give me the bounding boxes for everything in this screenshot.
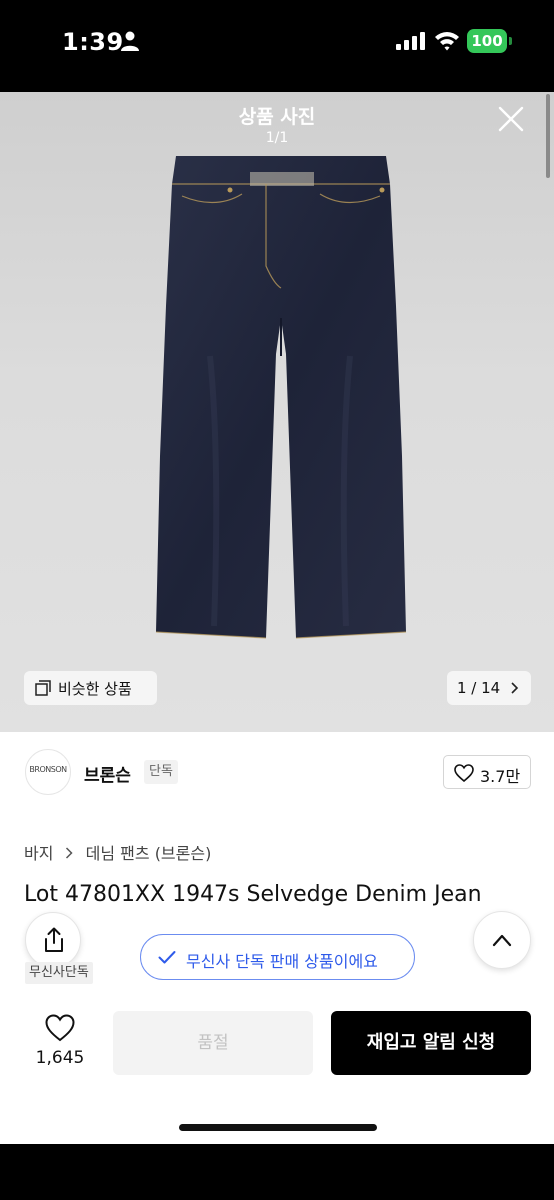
heart-outline-icon	[454, 764, 474, 782]
breadcrumb-subcategory[interactable]: 데님 팬츠 (브론슨)	[86, 844, 212, 863]
brand-name[interactable]: 브론슨	[84, 761, 131, 786]
similar-products-button[interactable]: 비슷한 상품	[24, 671, 157, 705]
viewer-counter: 1/1	[265, 130, 289, 146]
scrollbar[interactable]	[546, 94, 550, 178]
similar-products-icon	[35, 680, 51, 696]
product-photo-viewer[interactable]: 상품 사진 1/1 비슷한 상품 1 / 14	[0, 92, 554, 732]
exclusive-notice-pill: 무신사 단독 판매 상품이에요	[140, 934, 415, 980]
restock-alert-button[interactable]: 재입고 알림 신청	[331, 1011, 531, 1075]
brand-logo[interactable]: BRONSON	[25, 749, 71, 795]
status-bar: 1:39 100	[0, 0, 554, 92]
image-page-button[interactable]: 1 / 14	[447, 671, 531, 705]
share-icon	[45, 927, 63, 952]
battery-indicator: 100	[467, 29, 507, 53]
status-time: 1:39	[62, 28, 124, 56]
brand-logo-text: BRONSON	[29, 765, 67, 774]
chevron-right-icon	[65, 847, 73, 859]
product-like-button[interactable]: 1,645	[26, 1012, 94, 1076]
chevron-up-icon	[492, 934, 512, 947]
brand-like-count: 3.7만	[480, 767, 521, 786]
soldout-button[interactable]: 품절	[113, 1011, 313, 1075]
chevron-right-icon	[511, 682, 519, 694]
viewer-title: 상품 사진	[238, 106, 316, 128]
product-image-jeans[interactable]	[150, 156, 412, 646]
breadcrumb-category[interactable]: 바지	[24, 844, 53, 863]
brand-exclusive-badge: 단독	[144, 760, 178, 784]
check-icon	[158, 951, 176, 964]
exclusive-tag: 무신사단독	[25, 962, 93, 984]
cellular-signal-icon	[396, 32, 425, 50]
wifi-icon	[435, 32, 459, 51]
person-icon	[121, 31, 139, 51]
breadcrumb: 바지 데님 팬츠 (브론슨)	[24, 840, 211, 864]
product-like-count: 1,645	[35, 1048, 85, 1068]
share-button[interactable]	[25, 912, 81, 968]
product-title: Lot 47801XX 1947s Selvedge Denim Jean	[24, 882, 482, 907]
scroll-to-top-button[interactable]	[473, 911, 531, 969]
battery-tip	[509, 37, 512, 45]
brand-like-button[interactable]: 3.7만	[443, 755, 531, 789]
home-indicator[interactable]	[179, 1124, 377, 1131]
heart-icon	[45, 1014, 75, 1042]
image-page-label: 1 / 14	[457, 679, 501, 697]
product-detail-panel: BRONSON 브론슨 단독 3.7만 바지 데님 팬츠 (브론슨) Lot 4…	[0, 732, 554, 1144]
similar-products-label: 비슷한 상품	[58, 680, 132, 698]
bottom-black-bar	[0, 1144, 554, 1200]
exclusive-notice-text: 무신사 단독 판매 상품이에요	[186, 952, 378, 971]
close-icon[interactable]	[497, 105, 525, 133]
